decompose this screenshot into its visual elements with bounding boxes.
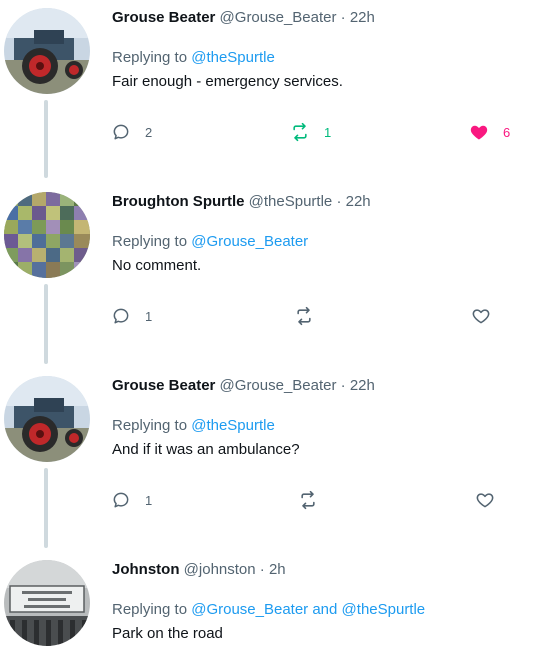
timestamp[interactable]: 22h [350,377,375,394]
retweet-icon [297,306,311,326]
tweet-text: Park on the road [112,625,223,642]
replying-to: Replying to @theSpurtle [112,417,275,434]
display-name[interactable]: Broughton Spurtle [112,193,244,210]
display-name[interactable]: Johnston [112,561,180,578]
retweet-icon [293,122,307,142]
retweet-button[interactable] [298,490,318,510]
separator-dot: · [336,193,342,210]
user-handle[interactable]: @theSpurtle [249,193,333,210]
timestamp[interactable]: 22h [350,9,375,26]
user-handle[interactable]: @Grouse_Beater [220,377,337,394]
retweet-button[interactable] [294,306,314,326]
separator-dot: · [340,9,346,26]
tweet-header: Broughton Spurtle @theSpurtle · 22h [112,193,371,210]
mention-link[interactable]: @theSpurtle [191,417,275,434]
tractor-avatar-image [4,8,90,94]
like-button[interactable]: 6 [469,122,510,142]
avatar[interactable] [4,376,90,462]
retweet-button[interactable]: 1 [290,122,331,142]
separator-dot: · [340,377,346,394]
like-button[interactable] [471,306,491,326]
timestamp[interactable]: 2h [269,561,286,578]
reply-button[interactable]: 1 [111,490,152,510]
user-handle[interactable]: @johnston [184,561,256,578]
heart-icon [472,309,490,324]
tweet-text: And if it was an ambulance? [112,441,300,458]
tweet-header: Johnston @johnston · 2h [112,561,286,578]
retweet-count: 1 [324,124,332,140]
reply-count: 2 [145,124,153,140]
mention-link[interactable]: @Grouse_Beater [191,601,308,618]
heart-icon [476,493,494,508]
user-handle[interactable]: @Grouse_Beater [220,9,337,26]
replying-to-conjunction[interactable]: and [308,601,341,618]
reply-icon [113,492,129,508]
sign-avatar-image [4,560,90,646]
tweet-header: Grouse Beater @Grouse_Beater · 22h [112,9,375,26]
like-count: 6 [503,124,511,140]
replying-to-prefix: Replying to [112,417,192,434]
replying-to: Replying to @theSpurtle [112,49,275,66]
replying-to: Replying to @Grouse_Beater and @theSpurt… [112,601,425,618]
reply-count: 1 [145,492,153,508]
avatar[interactable] [4,560,90,646]
like-button[interactable] [475,490,495,510]
replying-to: Replying to @Grouse_Beater [112,233,308,250]
tractor-avatar-image [4,376,90,462]
tweet[interactable]: Johnston @johnston · 2h Replying to @Gro… [0,552,557,650]
avatar[interactable] [4,192,90,278]
reply-icon [113,308,129,324]
mention-link[interactable]: @theSpurtle [191,49,275,66]
heart-icon [470,125,488,140]
replying-to-prefix: Replying to [112,49,192,66]
tweet[interactable]: Grouse Beater @Grouse_Beater · 22h Reply… [0,368,557,546]
tweet[interactable]: Grouse Beater @Grouse_Beater · 22h Reply… [0,0,557,178]
reply-icon [113,124,129,140]
replying-to-prefix: Replying to [112,601,192,618]
separator-dot: · [259,561,265,578]
replying-to-prefix: Replying to [112,233,192,250]
tweet-text: No comment. [112,257,202,274]
mention-link[interactable]: @theSpurtle [342,601,426,618]
tweet[interactable]: Broughton Spurtle @theSpurtle · 22h Repl… [0,184,557,362]
retweet-icon [301,490,315,510]
display-name[interactable]: Grouse Beater [112,377,215,394]
reply-button[interactable]: 1 [111,306,152,326]
mention-link[interactable]: @Grouse_Beater [191,233,308,250]
tweet-text: Fair enough - emergency services. [112,73,343,90]
reply-button[interactable]: 2 [111,122,152,142]
mosaic-avatar-image [4,192,90,278]
avatar[interactable] [4,8,90,94]
display-name[interactable]: Grouse Beater [112,9,215,26]
timestamp[interactable]: 22h [346,193,371,210]
reply-count: 1 [145,308,153,324]
tweet-header: Grouse Beater @Grouse_Beater · 22h [112,377,375,394]
